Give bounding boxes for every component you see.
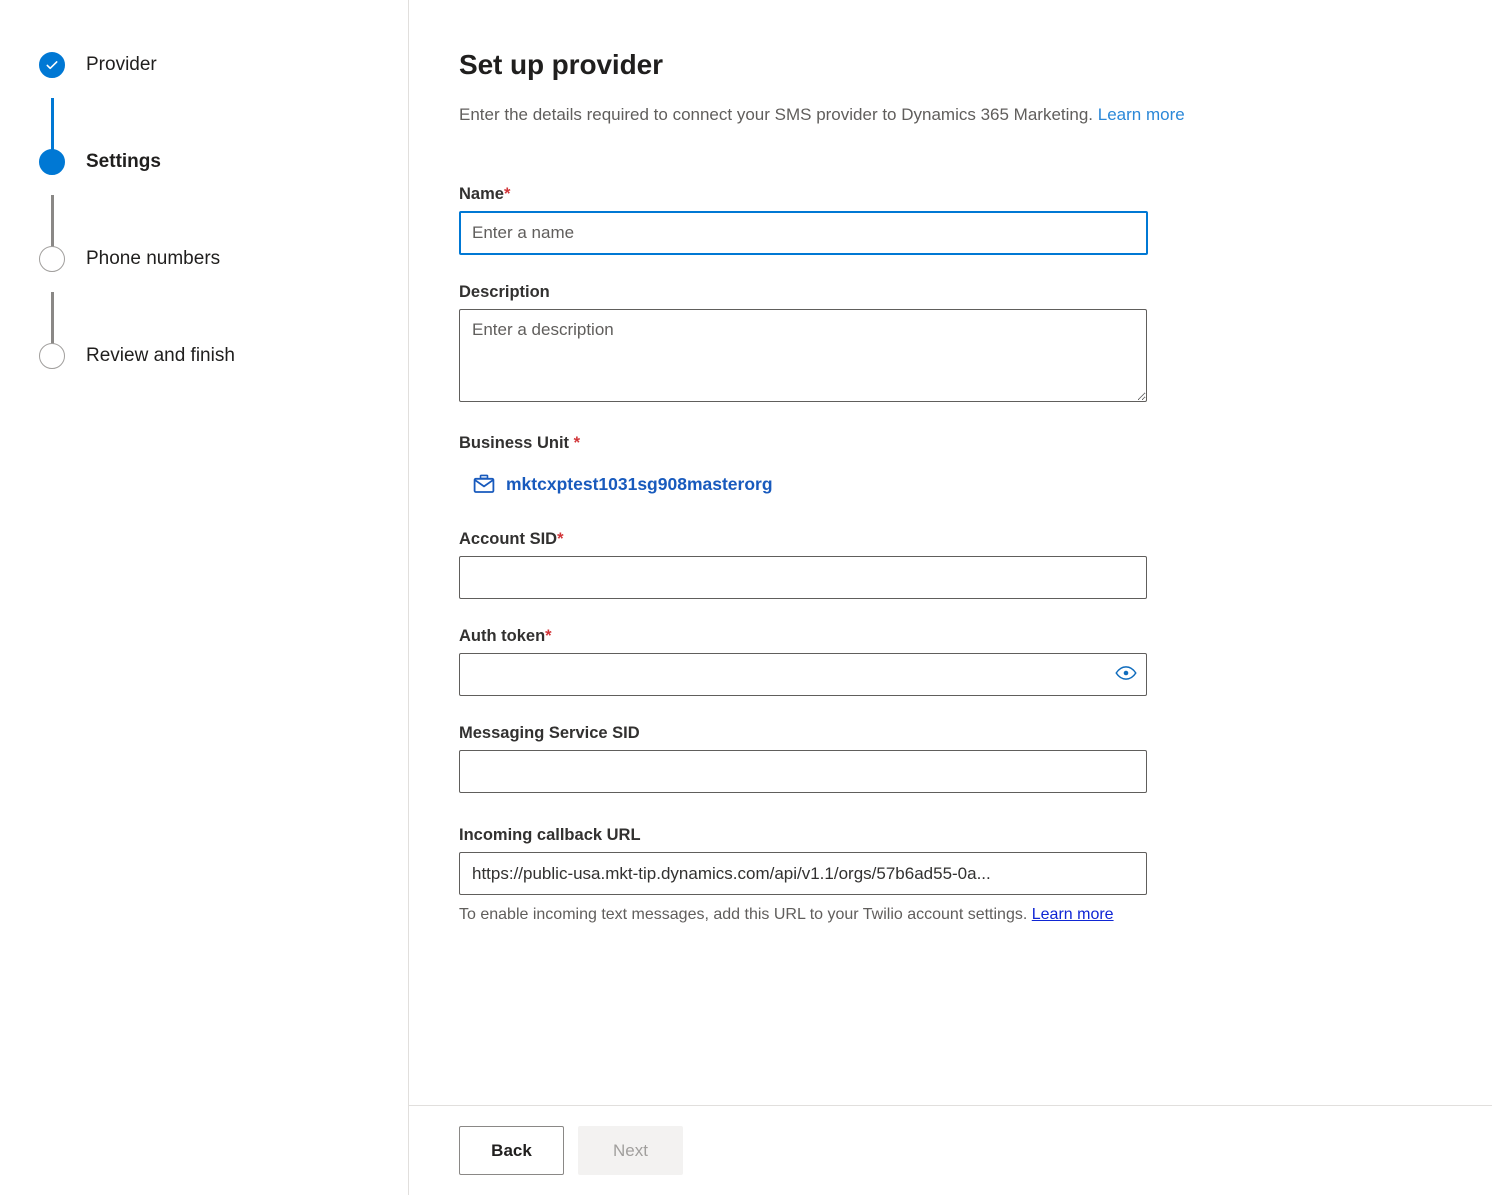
auth-token-input-wrapper	[459, 653, 1147, 696]
field-label-messaging-service-sid: Messaging Service SID	[459, 723, 1492, 743]
eye-icon	[1115, 666, 1137, 683]
field-messaging-service-sid: Messaging Service SID	[459, 723, 1492, 793]
business-unit-name[interactable]: mktcxptest1031sg908masterorg	[506, 474, 773, 495]
field-label-description: Description	[459, 282, 1492, 302]
field-incoming-callback-url: Incoming callback URL To enable incoming…	[459, 825, 1492, 928]
account-sid-input[interactable]	[459, 556, 1147, 599]
required-asterisk: *	[573, 434, 581, 452]
next-button[interactable]: Next	[578, 1126, 683, 1175]
description-textarea[interactable]	[459, 309, 1147, 402]
field-business-unit: Business Unit * mktcxptest1031sg908maste…	[459, 433, 1492, 501]
field-label-text: Auth token	[459, 627, 546, 645]
helper-text-body: To enable incoming text messages, add th…	[459, 906, 1032, 923]
field-label-text: Name	[459, 185, 504, 203]
field-label-text: Messaging Service SID	[459, 724, 640, 742]
field-label-text: Incoming callback URL	[459, 826, 641, 844]
field-label-auth-token: Auth token*	[459, 626, 1492, 646]
field-name: Name*	[459, 184, 1492, 255]
wizard-stepper: Provider Settings Phone numbers Review a…	[0, 0, 409, 1195]
business-unit-lookup-value[interactable]: mktcxptest1031sg908masterorg	[459, 467, 1492, 501]
wizard-footer: Back Next	[409, 1105, 1492, 1195]
stepper-item-provider[interactable]: Provider	[0, 52, 408, 149]
field-auth-token: Auth token*	[459, 626, 1492, 696]
field-description: Description	[459, 282, 1492, 402]
field-label-name: Name*	[459, 184, 1492, 204]
required-asterisk: *	[503, 185, 511, 203]
field-label-business-unit: Business Unit *	[459, 433, 1492, 453]
step-status-marker-todo	[39, 343, 65, 369]
messaging-service-sid-input[interactable]	[459, 750, 1147, 793]
setup-provider-wizard: Provider Settings Phone numbers Review a…	[0, 0, 1492, 1195]
stepper-item-review-and-finish[interactable]: Review and finish	[0, 343, 408, 440]
required-asterisk: *	[557, 530, 564, 548]
step-status-marker-todo	[39, 246, 65, 272]
step-status-marker-done	[39, 52, 65, 78]
field-account-sid: Account SID*	[459, 529, 1492, 599]
form-scroll-region: Set up provider Enter the details requir…	[409, 0, 1492, 1105]
stepper-item-label: Settings	[86, 151, 161, 172]
twilio-learn-more-link[interactable]: Learn more	[1032, 906, 1114, 923]
learn-more-link[interactable]: Learn more	[1098, 105, 1185, 124]
auth-token-input[interactable]	[459, 653, 1147, 696]
stepper-item-phone-numbers[interactable]: Phone numbers	[0, 246, 408, 343]
step-status-marker-current	[39, 149, 65, 175]
name-input[interactable]	[459, 211, 1148, 255]
incoming-callback-url-helper-text: To enable incoming text messages, add th…	[459, 901, 1147, 928]
required-asterisk: *	[545, 627, 552, 645]
field-label-incoming-callback-url: Incoming callback URL	[459, 825, 1492, 845]
back-button[interactable]: Back	[459, 1126, 564, 1175]
field-label-text: Description	[459, 283, 550, 301]
page-title: Set up provider	[459, 49, 663, 80]
stepper-item-label: Review and finish	[86, 345, 235, 366]
check-icon	[40, 53, 64, 77]
page-subtitle-text: Enter the details required to connect yo…	[459, 105, 1094, 124]
incoming-callback-url-input[interactable]	[459, 852, 1147, 895]
field-label-text: Business Unit	[459, 434, 574, 452]
stepper-item-settings[interactable]: Settings	[0, 149, 408, 246]
field-label-account-sid: Account SID*	[459, 529, 1492, 549]
wizard-content-pane: Set up provider Enter the details requir…	[409, 0, 1492, 1195]
field-label-text: Account SID	[459, 530, 558, 548]
page-subtitle: Enter the details required to connect yo…	[459, 104, 1492, 126]
stepper-item-label: Provider	[86, 54, 157, 75]
stepper-item-label: Phone numbers	[86, 248, 221, 269]
reveal-password-button[interactable]	[1109, 658, 1143, 692]
briefcase-icon	[472, 472, 496, 496]
